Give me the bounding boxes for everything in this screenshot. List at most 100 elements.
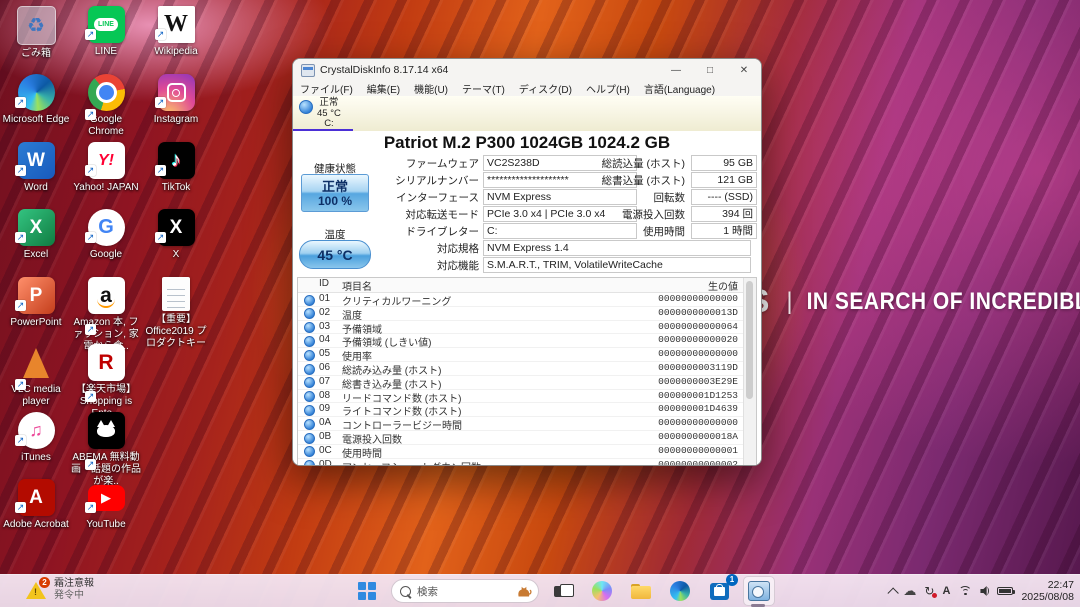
menu-disk[interactable]: ディスク(D)	[512, 81, 579, 96]
table-row[interactable]: 0Aコントローラービジー時間00000000000000	[298, 416, 744, 431]
shortcut-arrow-icon: ↗	[85, 324, 96, 335]
desktop-icon-itunes[interactable]: ♫↗ iTunes	[1, 412, 71, 464]
table-row[interactable]: 0B電源投入回数0000000000018A	[298, 430, 744, 445]
amazon-icon: a	[88, 277, 125, 314]
battery-icon[interactable]	[997, 587, 1013, 595]
desktop-icon-line[interactable]: LINE↗ LINE	[71, 6, 141, 58]
field-power-on-hours: 使用時間 1 時間	[691, 223, 762, 239]
menu-file[interactable]: ファイル(F)	[293, 81, 360, 96]
shortcut-arrow-icon: ↗	[15, 435, 26, 446]
file-explorer-button[interactable]	[626, 577, 656, 605]
menu-language[interactable]: 言語(Language)	[637, 81, 722, 96]
desktop-icon-youtube[interactable]: ▶↗ YouTube	[71, 479, 141, 531]
table-row[interactable]: 04予備領域 (しきい値)00000000000020	[298, 333, 744, 348]
shortcut-arrow-icon: ↗	[85, 165, 96, 176]
desktop-icon-rakuten[interactable]: R↗ 【楽天市場】Shopping is Ente...	[71, 344, 141, 420]
tray-time: 22:47	[1021, 579, 1074, 592]
clock[interactable]: 22:47 2025/08/08	[1021, 579, 1074, 604]
temperature-value: 45 °C	[317, 247, 352, 263]
table-row[interactable]: 08リードコマンド数 (ホスト)000000001D1253	[298, 389, 744, 404]
table-scrollbar[interactable]	[743, 278, 756, 465]
table-row[interactable]: 06総読み込み量 (ホスト)0000000003119D	[298, 361, 744, 376]
desktop-icon-acrobat[interactable]: A↗ Adobe Acrobat	[1, 479, 71, 531]
table-row[interactable]: 09ライトコマンド数 (ホスト)000000001D4639	[298, 402, 744, 417]
table-row[interactable]: 03予備領域00000000000064	[298, 320, 744, 335]
scrollbar-thumb[interactable]	[746, 281, 753, 399]
edge-taskbar-button[interactable]	[665, 577, 695, 605]
task-view-button[interactable]	[548, 577, 578, 605]
hidden-icons-chevron-icon[interactable]	[888, 587, 899, 598]
shortcut-arrow-icon: ↗	[15, 232, 26, 243]
desktop-icon-google[interactable]: G↗ Google	[71, 209, 141, 261]
shortcut-arrow-icon: ↗	[155, 165, 166, 176]
status-dot-icon	[304, 336, 315, 347]
desktop-icon-word[interactable]: W↗ Word	[1, 142, 71, 194]
taskbar: ! 2 霜注意報 発令中 検索 1 ☁ ↻ A 22:47 2025/08/08	[0, 574, 1080, 607]
menu-theme[interactable]: テーマ(T)	[455, 81, 512, 96]
desktop-icon-x[interactable]: X↗ X	[141, 209, 211, 261]
windows-logo-icon	[358, 582, 376, 600]
desktop-icon-vlc[interactable]: ↗ VLC media player	[1, 344, 71, 408]
desktop-icon-office-key[interactable]: 【重要】Office2019 プロダクトキー	[141, 277, 211, 350]
menu-function[interactable]: 機能(U)	[407, 81, 455, 96]
field-label: 総読込量 (ホスト)	[597, 156, 685, 171]
desktop-icon-edge[interactable]: ↗ Microsoft Edge	[1, 74, 71, 126]
start-button[interactable]	[352, 577, 382, 605]
search-placeholder: 検索	[417, 584, 516, 599]
table-row[interactable]: 0Dアンセーフシャットダウン回数00000000000002	[298, 458, 744, 466]
menu-help[interactable]: ヘルプ(H)	[579, 81, 637, 96]
search-cat-image	[516, 584, 532, 598]
temperature-button[interactable]: 45 °C	[299, 240, 371, 269]
wifi-icon[interactable]	[958, 586, 972, 597]
health-status-button[interactable]: 正常 100 %	[301, 174, 369, 212]
desktop-icon-excel[interactable]: X↗ Excel	[1, 209, 71, 261]
onedrive-cloud-icon[interactable]: ☁	[903, 583, 916, 599]
shortcut-arrow-icon: ↗	[85, 391, 96, 402]
table-row[interactable]: 01クリティカルワーニング00000000000000	[298, 292, 744, 307]
desktop-icon-chrome[interactable]: ↗ Google Chrome	[71, 74, 141, 138]
maximize-button[interactable]: □	[693, 59, 727, 81]
title-bar[interactable]: CrystalDiskInfo 8.17.14 x64 — □ ✕	[293, 59, 761, 81]
weather-widget[interactable]: ! 2 霜注意報 発令中	[26, 578, 94, 602]
desktop-icon-recycle-bin[interactable]: ♻ ごみ箱	[1, 6, 71, 60]
chrome-icon	[88, 74, 125, 111]
disk-status-dot-icon	[299, 100, 313, 114]
icon-label: Yahoo! JAPAN	[71, 182, 141, 194]
desktop-icon-instagram[interactable]: ↗ Instagram	[141, 74, 211, 126]
copilot-button[interactable]	[587, 577, 617, 605]
icon-label: Adobe Acrobat	[1, 519, 71, 531]
icon-label: TikTok	[141, 182, 211, 194]
field-label: ファームウェア	[385, 156, 479, 171]
close-button[interactable]: ✕	[727, 59, 761, 81]
table-row[interactable]: 05使用率00000000000000	[298, 347, 744, 362]
table-row[interactable]: 0C使用時間00000000000001	[298, 444, 744, 459]
desktop-icon-wikipedia[interactable]: W↗ Wikipedia	[141, 6, 211, 58]
recycle-bin-icon: ♻	[17, 6, 56, 45]
rakuten-icon: R	[88, 344, 125, 381]
icon-label: Google	[71, 249, 141, 261]
search-box[interactable]: 検索	[391, 579, 539, 603]
store-button[interactable]: 1	[704, 577, 734, 605]
header-name: 項目名	[342, 278, 372, 293]
smart-table: ID 項目名 生の値 01クリティカルワーニング00000000000000 0…	[297, 277, 757, 466]
table-row[interactable]: 02温度0000000000013D	[298, 306, 744, 321]
desktop-icon-abema[interactable]: ↗ ABEMA 無料動画・話題の作品が楽..	[71, 412, 141, 488]
shortcut-arrow-icon: ↗	[155, 29, 166, 40]
desktop-icon-tiktok[interactable]: ♪↗ TikTok	[141, 142, 211, 194]
ime-indicator[interactable]: A	[942, 585, 950, 597]
icon-label: 【重要】Office2019 プロダクトキー	[141, 314, 211, 350]
update-sync-icon[interactable]: ↻	[924, 584, 934, 598]
icon-label: Word	[1, 182, 71, 194]
shortcut-arrow-icon: ↗	[85, 232, 96, 243]
table-row[interactable]: 07総書き込み量 (ホスト)0000000003E29E	[298, 375, 744, 390]
volume-button[interactable]	[980, 586, 989, 597]
desktop-icon-yahoo-japan[interactable]: Y!↗ Yahoo! JAPAN	[71, 142, 141, 194]
desktop-icon-powerpoint[interactable]: P↗ PowerPoint	[1, 277, 71, 329]
desktop-icon-amazon[interactable]: a↗ Amazon 本, ファッション, 家電から食..	[71, 277, 141, 353]
status-dot-icon	[304, 308, 315, 319]
menu-edit[interactable]: 編集(E)	[360, 81, 407, 96]
minimize-button[interactable]: —	[659, 59, 693, 81]
crystaldiskinfo-taskbar-button[interactable]	[743, 576, 775, 606]
field-total-writes: 総書込量 (ホスト) 121 GB	[691, 172, 762, 188]
disk-tab-c[interactable]: 正常 45 °C C:	[299, 98, 341, 130]
